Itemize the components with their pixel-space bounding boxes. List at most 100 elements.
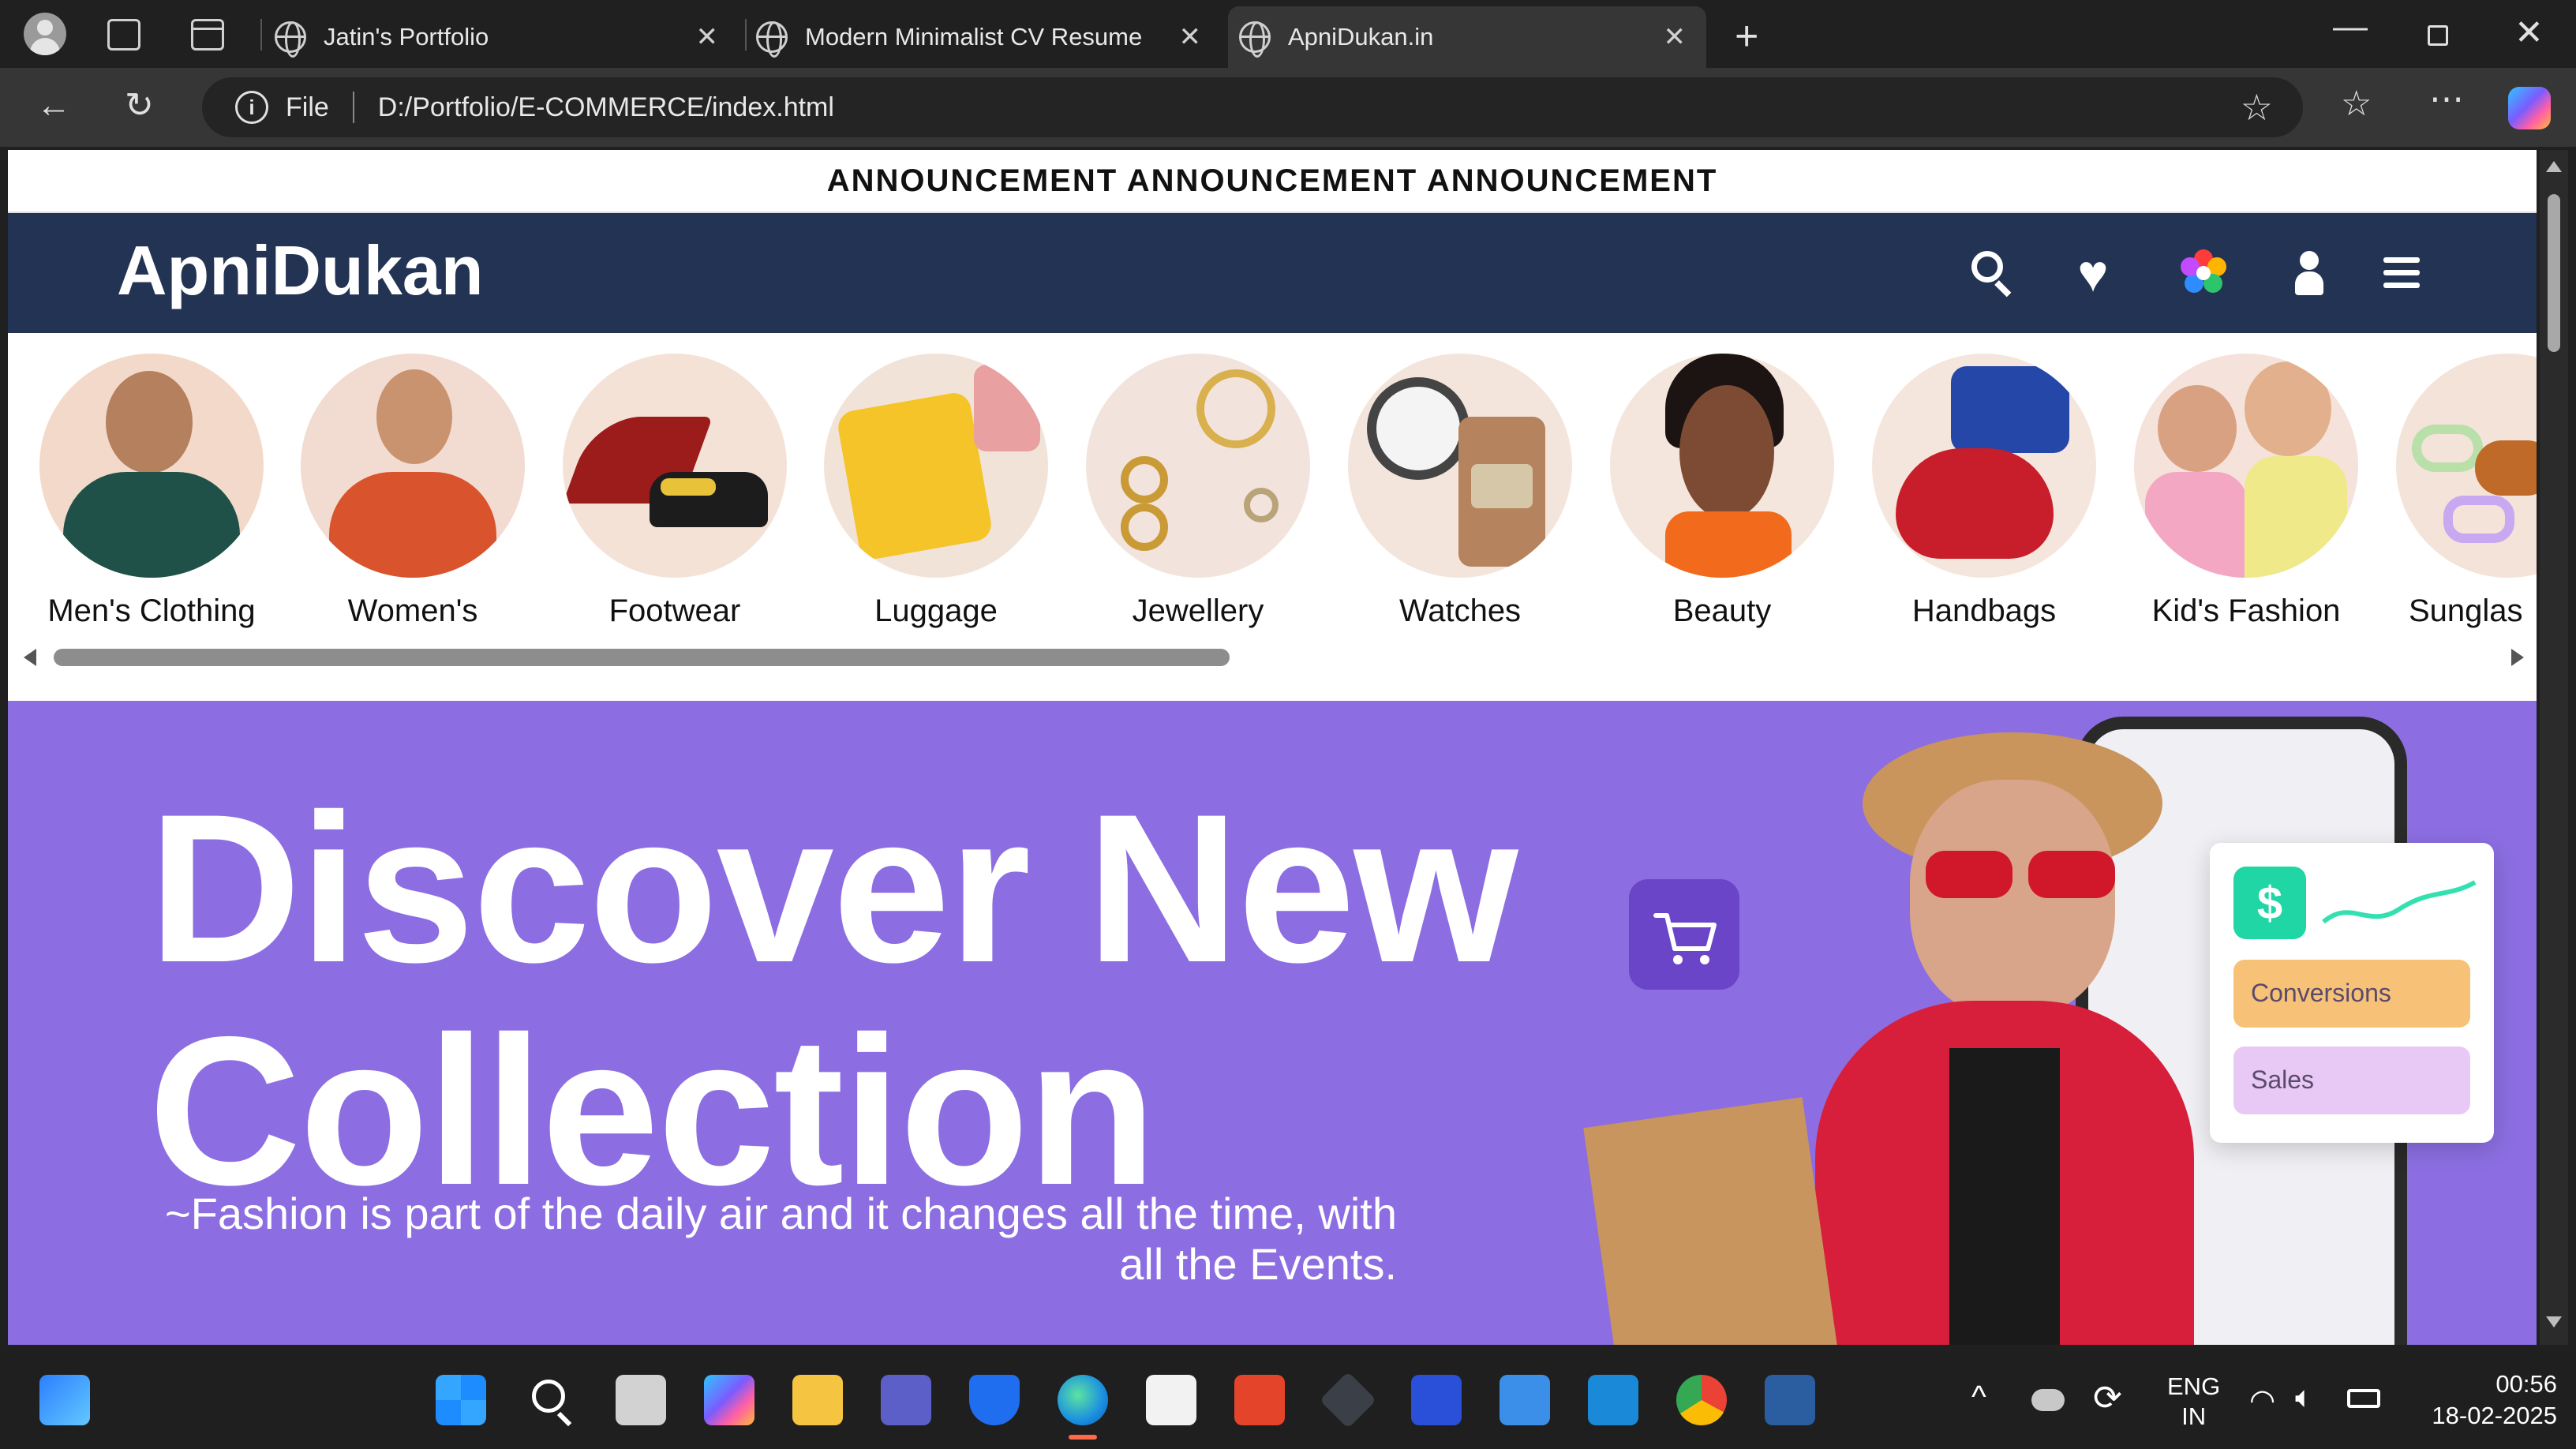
region-code: IN (2181, 1402, 2207, 1430)
microsoft-store-icon[interactable] (1146, 1375, 1196, 1425)
search-taskbar-icon[interactable] (527, 1375, 578, 1427)
category-label: Beauty (1672, 593, 1772, 628)
category-label: Footwear (608, 593, 741, 628)
restore-window-icon[interactable] (2428, 25, 2448, 46)
new-tab-icon[interactable]: + (1735, 16, 1758, 57)
refresh-icon[interactable]: ↻ (125, 88, 154, 123)
close-tab-icon[interactable]: ✕ (1179, 21, 1202, 53)
category-image (1872, 354, 2096, 578)
scroll-down-icon[interactable] (2546, 1316, 2562, 1327)
announcement-bar: ANNOUNCEMENT ANNOUNCEMENT ANNOUNCEMENT (8, 150, 2537, 213)
tab-jatins-portfolio[interactable]: Jatin's Portfolio ✕ (275, 6, 740, 68)
hero-title-line1: Discover New (148, 769, 1518, 1006)
tab-cv-resume[interactable]: Modern Minimalist CV Resume ✕ (756, 6, 1222, 68)
category-label: Jewellery (1132, 593, 1264, 628)
divider (352, 92, 354, 123)
category-handbags[interactable]: Handbags (1866, 354, 2102, 629)
category-beauty[interactable]: Beauty (1604, 354, 1840, 629)
onedrive-icon[interactable] (2031, 1389, 2065, 1411)
copilot-taskbar-icon[interactable] (704, 1375, 754, 1425)
category-sunglasses[interactable]: Sunglas (2390, 354, 2537, 629)
hero-title: Discover New Collection (148, 777, 1518, 1222)
sales-pill: Sales (2233, 1046, 2470, 1114)
workspaces-icon[interactable] (107, 19, 140, 51)
category-image (1610, 354, 1834, 578)
edge-icon[interactable] (1058, 1375, 1108, 1425)
heart-icon[interactable]: ♥ (2068, 247, 2118, 299)
info-icon[interactable]: i (235, 91, 268, 124)
wifi-icon[interactable]: ◠ (2249, 1383, 2275, 1418)
category-watches[interactable]: Watches (1342, 354, 1578, 629)
back-icon[interactable]: ← (36, 88, 71, 123)
category-label: Kid's Fashion (2151, 593, 2341, 628)
category-mens-clothing[interactable]: Men's Clothing (33, 354, 270, 629)
address-scheme: File (286, 92, 329, 122)
file-explorer-icon[interactable] (792, 1375, 843, 1425)
tab-title: ApniDukan.in (1288, 23, 1434, 51)
page-scrollbar[interactable] (2540, 150, 2568, 1345)
category-label: Handbags (1911, 593, 2057, 628)
blue-app-icon[interactable] (1411, 1375, 1462, 1425)
dark-app-icon[interactable] (1319, 1371, 1377, 1429)
flower-icon[interactable] (2178, 248, 2229, 298)
category-luggage[interactable]: Luggage (818, 354, 1054, 629)
category-label: Men's Clothing (47, 593, 256, 628)
category-kids-fashion[interactable]: Kid's Fashion (2128, 354, 2364, 629)
globe-icon (756, 21, 788, 58)
category-scrollbar-thumb[interactable] (54, 649, 1230, 666)
favorites-icon[interactable]: ☆ (2341, 87, 2372, 122)
globe-icon (1239, 21, 1271, 58)
address-bar[interactable]: i File D:/Portfolio/E-COMMERCE/index.htm… (202, 77, 2303, 137)
close-tab-icon[interactable]: ✕ (696, 21, 719, 53)
start-icon[interactable] (436, 1375, 486, 1425)
scrollbar-thumb[interactable] (2548, 194, 2560, 352)
defender-icon[interactable] (969, 1375, 1020, 1425)
address-url[interactable]: D:/Portfolio/E-COMMERCE/index.html (378, 92, 834, 123)
category-image (563, 354, 787, 578)
close-tab-icon[interactable]: ✕ (1664, 21, 1687, 53)
category-image (824, 354, 1048, 578)
sync-icon[interactable]: ⟳ (2093, 1378, 2122, 1418)
copilot-icon[interactable] (2508, 87, 2551, 129)
category-image (2396, 354, 2537, 578)
search-icon[interactable] (1967, 248, 2017, 298)
category-image (1348, 354, 1572, 578)
scroll-up-icon[interactable] (2546, 161, 2562, 172)
tab-apnidukan[interactable]: ApniDukan.in ✕ (1228, 6, 1706, 68)
clock-time: 00:56 (2496, 1370, 2557, 1398)
hero-banner: Discover New Collection ~Fashion is part… (8, 701, 2537, 1345)
category-womens[interactable]: Women's (294, 354, 531, 629)
favorite-star-icon[interactable]: ☆ (2241, 86, 2273, 129)
stats-card: $ Conversions Sales (2210, 843, 2494, 1143)
widgets-icon[interactable] (39, 1375, 90, 1425)
minimize-window-icon[interactable]: — (2333, 9, 2368, 44)
clock[interactable]: 00:56 18-02-2025 (2399, 1368, 2557, 1432)
red-app-icon[interactable] (1234, 1375, 1285, 1425)
language-indicator[interactable]: ENG IN (2167, 1372, 2220, 1432)
sql-app-icon[interactable] (1765, 1375, 1815, 1425)
close-window-icon[interactable]: ✕ (2514, 16, 2544, 51)
battery-icon[interactable] (2347, 1389, 2380, 1408)
language-code: ENG (2167, 1372, 2221, 1400)
profile-avatar-icon[interactable] (24, 13, 66, 55)
category-jewellery[interactable]: Jewellery (1080, 354, 1316, 629)
show-hidden-icons[interactable]: ^ (1971, 1380, 1986, 1415)
vertical-tabs-icon[interactable] (191, 19, 224, 51)
scroll-left-icon[interactable] (24, 649, 36, 666)
menu-icon[interactable] (2377, 248, 2428, 298)
vscode-icon[interactable] (1588, 1375, 1638, 1425)
teams-icon[interactable] (881, 1375, 931, 1425)
category-footwear[interactable]: Footwear (556, 354, 793, 629)
site-logo[interactable]: ApniDukan (117, 230, 483, 311)
chrome-icon[interactable] (1676, 1375, 1727, 1425)
browser-tab-bar: Jatin's Portfolio ✕ Modern Minimalist CV… (0, 0, 2576, 68)
volume-icon[interactable]: 🔈︎ (2295, 1381, 2313, 1415)
category-image (39, 354, 264, 578)
browser-toolbar: ← ↻ i File D:/Portfolio/E-COMMERCE/index… (0, 68, 2576, 147)
notepad-icon[interactable] (1500, 1375, 1550, 1425)
task-view-icon[interactable] (616, 1375, 666, 1425)
scroll-right-icon[interactable] (2511, 649, 2524, 666)
tab-title: Modern Minimalist CV Resume (805, 23, 1143, 51)
more-menu-icon[interactable]: ⋯ (2429, 82, 2464, 117)
user-icon[interactable] (2284, 248, 2334, 298)
